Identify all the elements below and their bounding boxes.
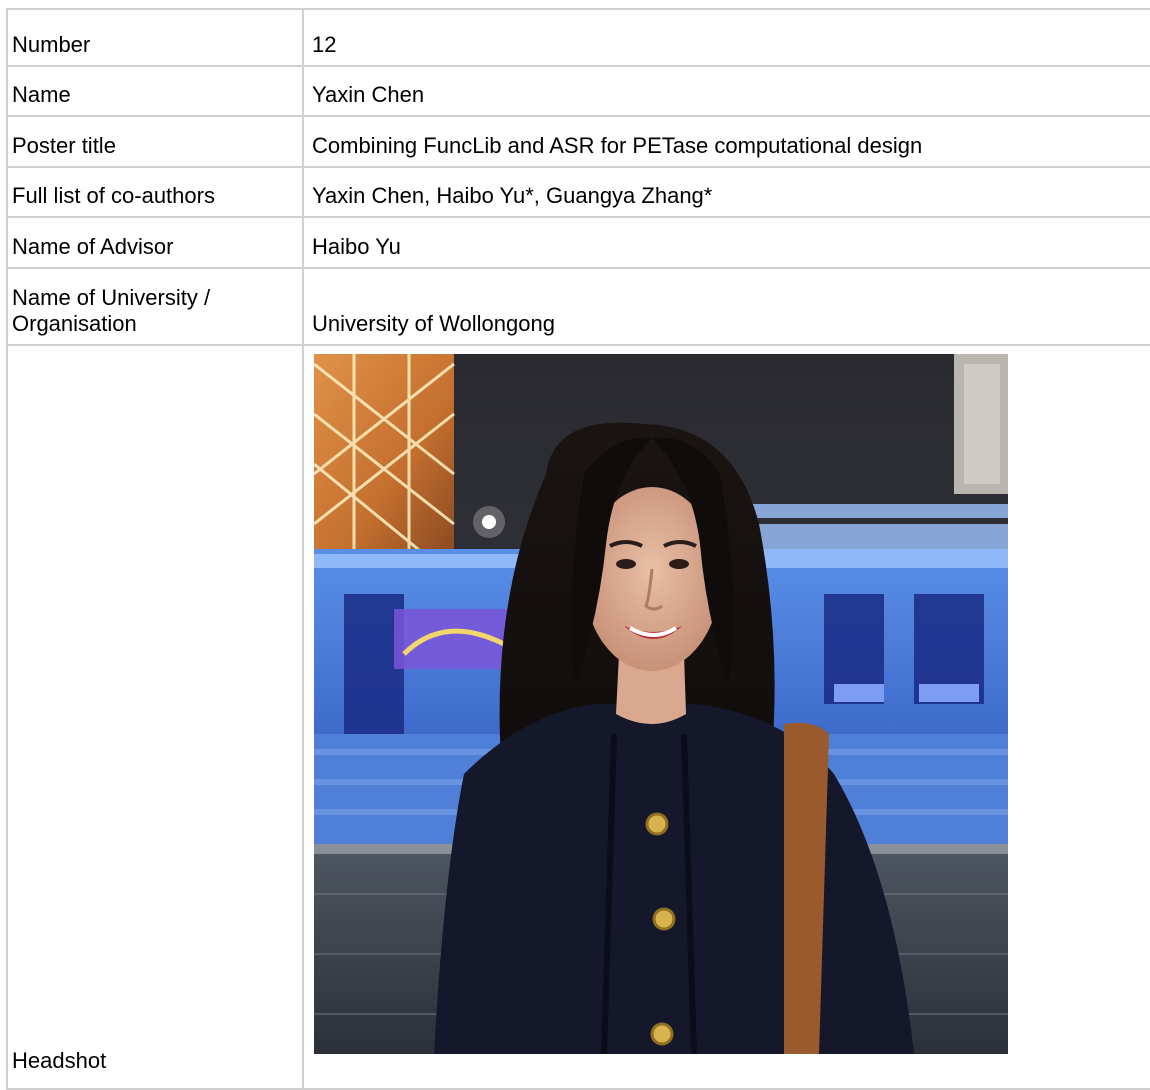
table-row: Number 12 <box>6 8 1150 67</box>
advisor-value[interactable]: Haibo Yu <box>302 216 1150 269</box>
table-row: Name Yaxin Chen <box>6 65 1150 117</box>
headshot-cell[interactable] <box>302 344 1150 1090</box>
name-label: Name <box>6 65 304 117</box>
advisor-label: Name of Advisor <box>6 216 304 269</box>
table-row: Name of Advisor Haibo Yu <box>6 216 1150 269</box>
poster-title-label: Poster title <box>6 115 304 168</box>
table-row: Full list of co-authors Yaxin Chen, Haib… <box>6 166 1150 218</box>
table-row: Poster title Combining FuncLib and ASR f… <box>6 115 1150 168</box>
headshot-photo[interactable] <box>314 354 1008 1054</box>
table-row: Headshot <box>6 344 1150 1090</box>
university-value[interactable]: University of Wollongong <box>302 267 1150 346</box>
co-authors-value[interactable]: Yaxin Chen, Haibo Yu*, Guangya Zhang* <box>302 166 1150 218</box>
table-row: Name of University / Organisation Univer… <box>6 267 1150 346</box>
headshot-label: Headshot <box>6 344 304 1090</box>
number-value[interactable]: 12 <box>302 8 1150 67</box>
co-authors-label: Full list of co-authors <box>6 166 304 218</box>
name-value[interactable]: Yaxin Chen <box>302 65 1150 117</box>
university-label: Name of University / Organisation <box>6 267 304 346</box>
number-label: Number <box>6 8 304 67</box>
poster-info-table: Number 12 Name Yaxin Chen Poster title C… <box>6 8 1150 1090</box>
poster-title-value[interactable]: Combining FuncLib and ASR for PETase com… <box>302 115 1150 168</box>
